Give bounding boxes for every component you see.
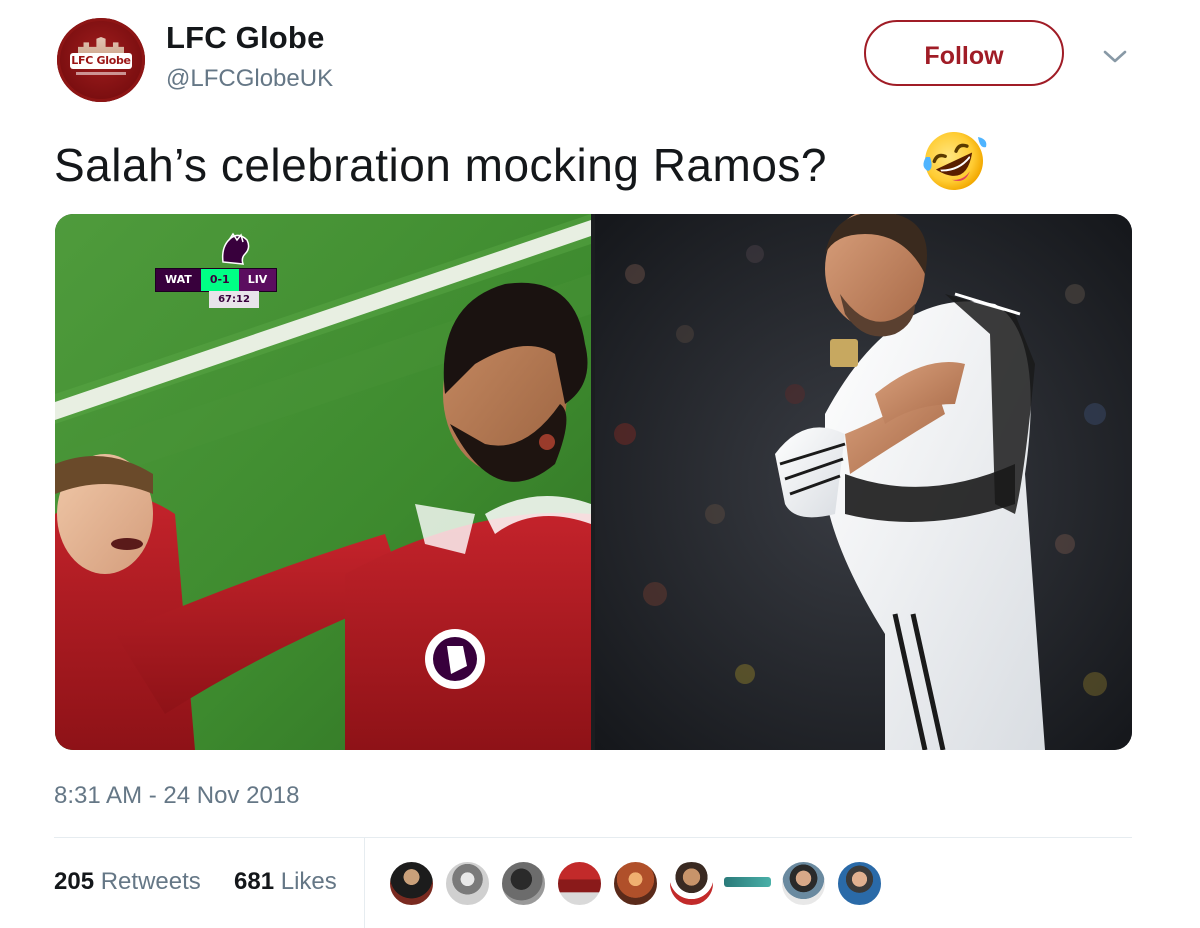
liker-avatar[interactable] — [388, 860, 435, 907]
salah-celebration-photo[interactable]: WAT 0-1 LIV 67:12 — [55, 214, 591, 750]
match-score: 0-1 — [200, 269, 239, 291]
logo-subline — [76, 72, 126, 75]
liker-avatar[interactable] — [836, 860, 883, 907]
tweet-timestamp[interactable]: 8:31 AM - 24 Nov 2018 — [54, 782, 299, 810]
likes-count: 681 — [234, 868, 275, 895]
home-team: WAT — [165, 273, 192, 286]
liker-avatar[interactable] — [780, 860, 827, 907]
scoreboard: WAT 0-1 LIV 67:12 — [155, 232, 325, 312]
liker-avatar[interactable] — [556, 860, 603, 907]
away-team: LIV — [238, 269, 277, 291]
ramos-celebration-photo[interactable] — [595, 214, 1132, 750]
retweets-label: Retweets — [100, 868, 201, 895]
tweet-text: Salah’s celebration mocking Ramos? — [54, 139, 827, 191]
rolling-laughing-emoji-icon — [920, 127, 988, 195]
stats-divider — [54, 837, 1132, 838]
liker-avatar[interactable] — [612, 860, 659, 907]
account-handle[interactable]: @LFCGlobeUK — [166, 65, 333, 93]
liker-avatar[interactable] — [500, 860, 547, 907]
retweets-count: 205 — [54, 868, 95, 895]
retweets-stat[interactable]: 205 Retweets — [54, 868, 201, 896]
tweet-media[interactable]: WAT 0-1 LIV 67:12 — [55, 214, 1132, 750]
liker-avatar[interactable] — [668, 860, 715, 907]
liker-avatar[interactable] — [444, 860, 491, 907]
likes-label: Likes — [280, 868, 337, 895]
account-name[interactable]: LFC Globe — [166, 20, 325, 56]
lfc-globe-logo: LFC Globe — [70, 37, 132, 83]
premier-league-lion-icon — [221, 232, 250, 265]
score-bar: WAT 0-1 LIV — [155, 268, 278, 292]
account-avatar[interactable]: LFC Globe — [57, 18, 145, 102]
liker-avatar[interactable] — [724, 877, 771, 887]
likes-stat[interactable]: 681 Likes — [234, 868, 337, 896]
stats-vertical-divider — [364, 838, 365, 928]
follow-button[interactable]: Follow — [864, 20, 1064, 86]
match-clock: 67:12 — [209, 291, 259, 308]
liker-avatars — [388, 858, 888, 910]
chevron-down-icon[interactable] — [1100, 44, 1130, 68]
logo-text: LFC Globe — [70, 53, 132, 69]
